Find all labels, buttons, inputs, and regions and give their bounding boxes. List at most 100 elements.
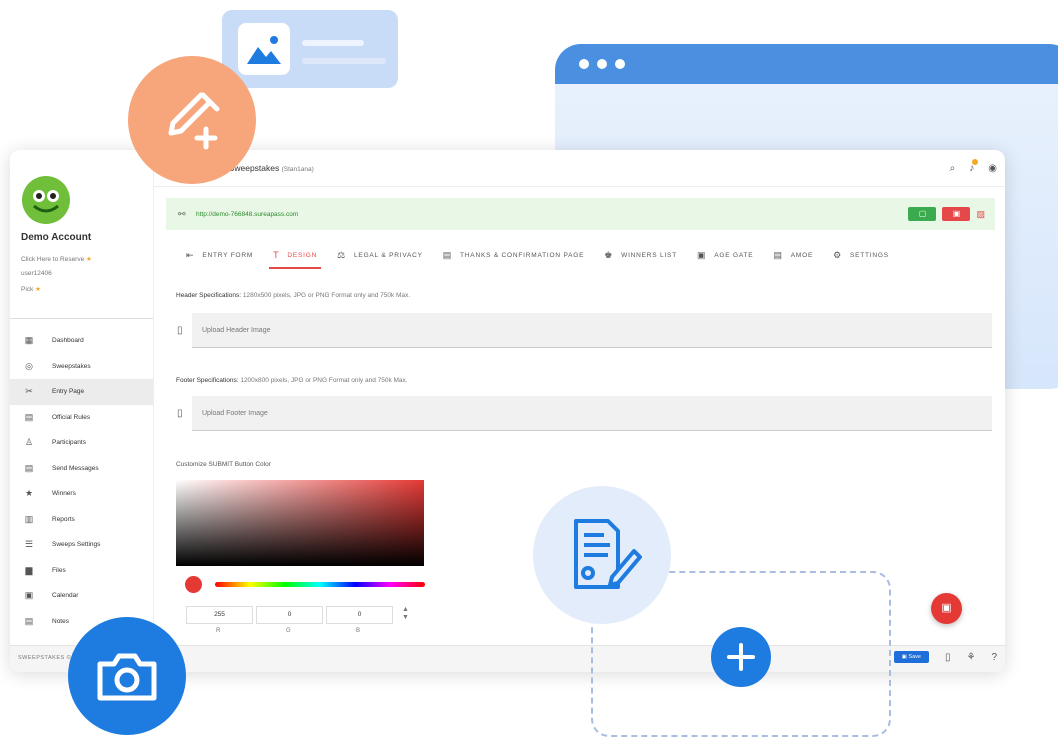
tab-thanks-confirmation-page[interactable]: ▤ THANKS & CONFIRMATION PAGE — [433, 244, 595, 266]
card-line — [302, 40, 364, 46]
format-toggle-icon[interactable]: ▲ ▼ — [402, 606, 409, 622]
age-gate-icon: ▣ — [696, 249, 707, 260]
sidebar-item-label: Official Rules — [52, 413, 91, 421]
card-line — [302, 58, 386, 64]
tab-age-gate[interactable]: ▣ AGE GATE — [687, 244, 763, 266]
help-icon[interactable]: ? — [991, 652, 997, 663]
footer-upload-text: Upload Footer Image — [202, 409, 268, 417]
sidebar-item-participants[interactable]: ♙ Participants — [10, 430, 153, 456]
footer-specifications: Footer Specifications: 1200x800 pixels, … — [176, 377, 408, 384]
user-icon[interactable]: ◉ — [988, 163, 997, 174]
star-icon: ★ — [35, 286, 41, 293]
messages-icon: ▤ — [24, 462, 34, 473]
url-bar: ⚯ http://demo-766848.sureapass.com ▢ ▣ ▨ — [166, 198, 995, 230]
sidebar-item-winners[interactable]: ★ Winners — [10, 481, 153, 507]
sidebar-item-label: Calendar — [52, 592, 79, 600]
thanks-icon: ▤ — [442, 249, 453, 260]
sweepstake-url[interactable]: http://demo-766848.sureapass.com — [196, 211, 298, 218]
green-value-input[interactable]: 0 — [256, 606, 323, 624]
header-upload-text: Upload Header Image — [202, 326, 271, 334]
participants-icon: ♙ — [24, 437, 34, 448]
sidebar-item-label: Entry Page — [52, 388, 85, 396]
header-upload-field[interactable]: ▯ Upload Header Image — [177, 313, 992, 348]
floating-preview-button[interactable]: ▣ — [931, 593, 962, 624]
image-icon — [238, 23, 290, 75]
window-dot — [615, 59, 625, 69]
sidebar-item-label: Winners — [52, 490, 76, 498]
sidebar-item-files[interactable]: ▆ Files — [10, 558, 153, 584]
color-saturation-picker[interactable] — [176, 480, 424, 566]
color-swatch — [185, 576, 202, 593]
copy-url-button[interactable]: ▢ — [908, 207, 937, 221]
sidebar-item-send-messages[interactable]: ▤ Send Messages — [10, 456, 153, 482]
window-dot — [597, 59, 607, 69]
notes-icon: ▤ — [24, 615, 34, 626]
top-bar: Web Sweepstakes (Stan1ana) ⌕ ♪ ◉ — [153, 150, 1005, 187]
header-spec-text: 1280x500 pixels, JPG or PNG Format only … — [242, 292, 411, 299]
notification-badge — [972, 158, 979, 165]
sidebar-item-sweepstakes[interactable]: ◎ Sweepstakes — [10, 354, 153, 380]
sidebar-item-official-rules[interactable]: ▤ Official Rules — [10, 405, 153, 431]
sidebar-item-label: Dashboard — [52, 337, 84, 345]
sidebar-menu: ▦ Dashboard ◎ Sweepstakes ✂ Entry Page ▤ Offici… — [10, 328, 153, 634]
red-value-input[interactable]: 255 — [186, 606, 253, 624]
sidebar-item-dashboard[interactable]: ▦ Dashboard — [10, 328, 153, 354]
tab-winners-list[interactable]: ♚ WINNERS LIST — [594, 244, 687, 266]
account-reserve-link[interactable]: Click Here to Reserve ★ — [21, 255, 92, 263]
sidebar-item-label: Reports — [52, 515, 75, 523]
tab-label: ENTRY FORM — [202, 251, 254, 259]
browser-title-bar — [555, 44, 1058, 84]
document-edit-icon — [533, 486, 671, 624]
file-icon: ▯ — [177, 324, 183, 336]
external-link-icon[interactable]: ▨ — [976, 209, 985, 220]
tab-amoe[interactable]: ▤ AMOE — [763, 244, 823, 266]
sidebar-item-calendar[interactable]: ▣ Calendar — [10, 583, 153, 609]
footer-upload-field[interactable]: ▯ Upload Footer Image — [177, 396, 992, 431]
tab-design[interactable]: T DESIGN — [263, 244, 327, 269]
blue-label: B — [356, 628, 361, 634]
settings-list-icon: ☰ — [24, 539, 34, 550]
sidebar-item-entry-page[interactable]: ✂ Entry Page — [10, 379, 153, 405]
tab-entry-form[interactable]: ⇤ ENTRY FORM — [176, 244, 263, 266]
sidebar-item-label: Participants — [52, 439, 86, 447]
files-icon: ▆ — [25, 564, 33, 575]
link-icon: ⚯ — [178, 208, 186, 219]
dashboard-icon: ▦ — [24, 335, 34, 346]
color-label: Customize SUBMIT Button Color — [176, 461, 271, 468]
footer-spec-text: 1200x800 pixels, JPG or PNG Format only … — [240, 377, 408, 384]
account-name: Demo Account — [21, 232, 92, 243]
blue-value-input[interactable]: 0 — [326, 606, 393, 624]
legal-icon: ⚖ — [337, 249, 347, 260]
add-plus-icon — [711, 627, 771, 687]
tab-label: SETTINGS — [849, 251, 889, 259]
tab-label: THANKS & CONFIRMATION PAGE — [460, 251, 585, 259]
green-label: G — [286, 628, 291, 634]
sweepstakes-icon: ◎ — [25, 360, 33, 371]
language-icon[interactable]: ⚘ — [966, 652, 975, 663]
account-line-text: Click Here to Reserve — [21, 256, 85, 263]
amoe-icon: ▤ — [773, 249, 783, 260]
winners-icon: ★ — [24, 488, 34, 499]
save-button[interactable]: ▣ Save — [893, 651, 929, 663]
sidebar: Demo Account Click Here to Reserve ★ use… — [10, 150, 154, 672]
red-label: R — [216, 628, 221, 634]
tab-legal-privacy[interactable]: ⚖ LEGAL & PRIVACY — [327, 244, 433, 266]
mobile-preview-icon[interactable]: ▯ — [945, 652, 951, 663]
top-icons: ⌕ ♪ ◉ — [950, 158, 997, 174]
sidebar-item-sweeps-settings[interactable]: ☰ Sweeps Settings — [10, 532, 153, 558]
bell-icon[interactable]: ♪ — [969, 158, 979, 174]
tab-label: AMOE — [790, 251, 814, 259]
hue-slider[interactable] — [215, 582, 425, 587]
sidebar-item-label: Send Messages — [52, 464, 99, 472]
camera-icon — [68, 617, 186, 735]
footer-actions: ▣ Save ▯ ⚘ ? — [893, 651, 997, 663]
search-icon[interactable]: ⌕ — [950, 163, 956, 174]
preview-button[interactable]: ▣ — [942, 207, 971, 221]
sidebar-divider — [10, 318, 153, 319]
header-spec-label: Header Specifications: — [176, 292, 242, 299]
calendar-icon: ▣ — [24, 590, 34, 601]
tab-settings[interactable]: ⚙ SETTINGS — [823, 244, 899, 266]
sidebar-item-reports[interactable]: ▥ Reports — [10, 507, 153, 533]
settings-icon: ⚙ — [833, 249, 842, 260]
account-pick: Pick ★ — [21, 285, 41, 293]
